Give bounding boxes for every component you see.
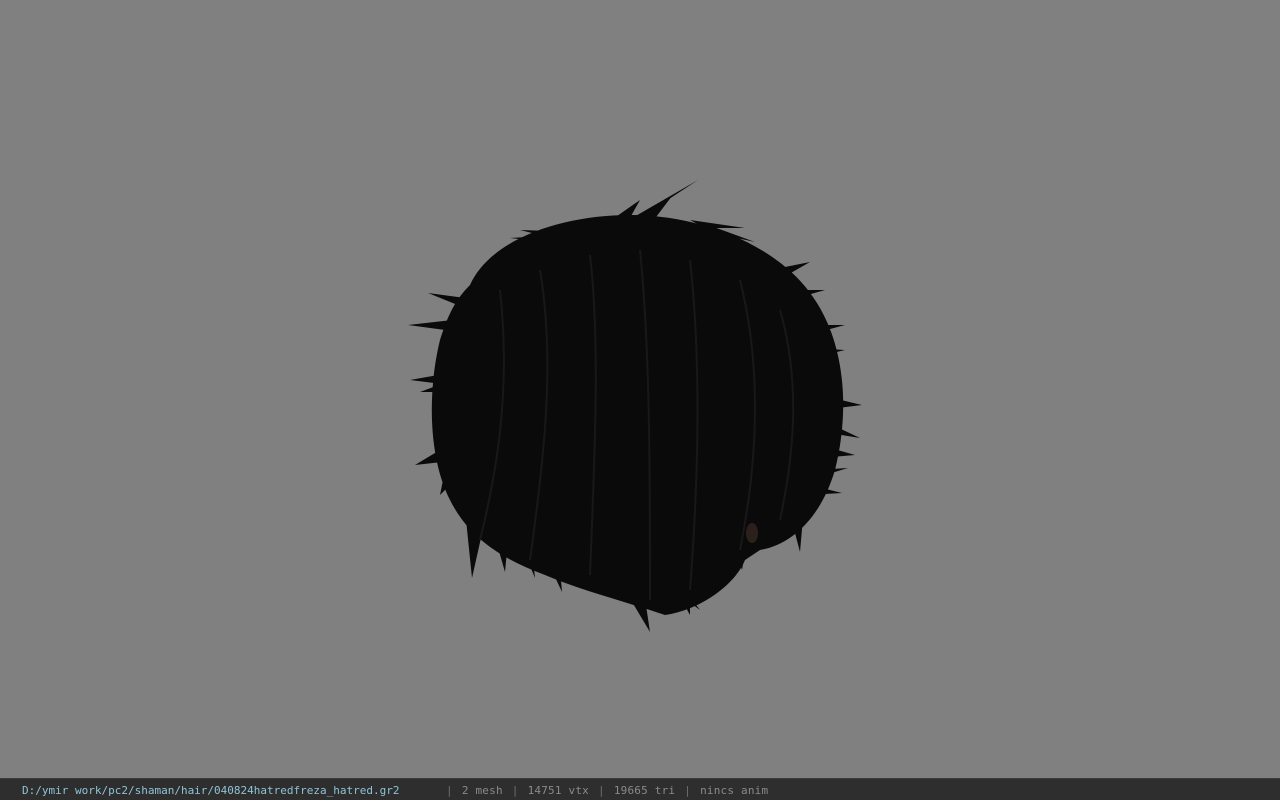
vertex-count: 14751 vtx — [527, 784, 589, 797]
model-stats: | 2 mesh | 14751 vtx | 19665 tri | nincs anim — [446, 780, 768, 800]
3d-viewport[interactable] — [0, 0, 1280, 778]
animation-status: nincs anim — [700, 784, 769, 797]
hair-mesh-model[interactable] — [0, 0, 1280, 778]
triangle-count: 19665 tri — [613, 784, 676, 797]
separator: | — [446, 784, 453, 797]
separator: | — [511, 784, 519, 797]
mesh-count: 2 mesh — [461, 784, 503, 797]
separator: | — [684, 784, 692, 797]
status-bar: D:/ymir work/pc2/shaman/hair/040824hatre… — [0, 778, 1280, 800]
separator: | — [598, 784, 605, 797]
file-path: D:/ymir work/pc2/shaman/hair/040824hatre… — [22, 784, 400, 797]
